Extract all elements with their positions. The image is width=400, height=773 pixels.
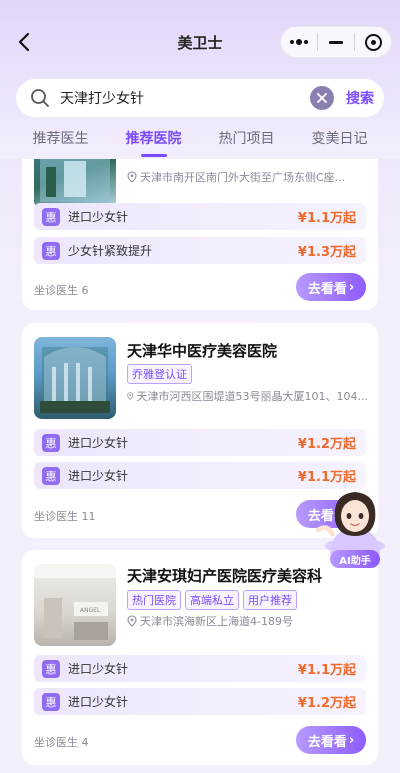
project-price: ¥1.1万起 <box>297 470 356 485</box>
hospital-address: 天津市滨海新区上海道4-189号 <box>127 613 368 629</box>
project-price: ¥1.1万起 <box>297 211 356 226</box>
location-pin-icon <box>127 171 137 183</box>
project-price: ¥1.3万起 <box>297 245 356 260</box>
svg-text:ANGEL: ANGEL <box>80 607 101 614</box>
location-pin-icon <box>127 392 134 400</box>
project-name: 进口少女针 <box>68 210 129 224</box>
view-hospital-button[interactable]: 去看看› <box>296 273 366 301</box>
hospital-list: 天津市南开区南门外大街至广场东侧C座... 惠 进口少女针 ¥1.1万起 惠 少… <box>0 159 400 773</box>
project-name: 进口少女针 <box>68 695 129 709</box>
hospital-card[interactable]: ANGEL 天津安琪妇产医院医疗美容科 热门医院 高端私立 用户推荐 天津市滨海… <box>22 550 378 765</box>
project-name: 进口少女针 <box>68 436 129 450</box>
project-price: ¥1.2万起 <box>297 696 356 711</box>
tab-recommended-doctors[interactable]: 推荐医生 <box>33 126 89 158</box>
hospital-address: 天津市河西区围堤道53号丽晶大厦101、104... <box>127 388 368 404</box>
close-program-button[interactable] <box>355 27 391 57</box>
discount-badge: 惠 <box>42 659 60 678</box>
search-input[interactable]: 天津打少女针 <box>60 88 310 108</box>
search-icon <box>31 89 49 107</box>
minimize-button[interactable] <box>318 27 354 57</box>
project-row[interactable]: 惠 进口少女针 ¥1.1万起 <box>34 655 366 682</box>
hospital-image: ANGEL <box>34 564 116 646</box>
doctor-count: 坐诊医生 11 <box>34 510 96 523</box>
project-row[interactable]: 惠 进口少女针 ¥1.1万起 <box>34 203 366 230</box>
tab-beauty-diary[interactable]: 变美日记 <box>312 126 368 158</box>
discount-badge: 惠 <box>42 433 60 452</box>
search-bar[interactable]: 天津打少女针 搜索 <box>16 79 384 117</box>
ai-assistant-button[interactable]: AI助手 <box>312 484 398 572</box>
ai-assistant-label: AI助手 <box>330 550 380 568</box>
project-price: ¥1.1万起 <box>297 663 356 678</box>
doctor-count: 坐诊医生 6 <box>34 284 89 297</box>
hospital-tags: 热门医院 高端私立 用户推荐 <box>127 590 297 610</box>
chevron-right-icon: › <box>348 279 355 295</box>
tab-bar: 推荐医生 推荐医院 热门项目 变美日记 <box>0 126 400 158</box>
hospital-tag: 热门医院 <box>127 590 181 610</box>
more-button[interactable] <box>281 27 317 57</box>
project-name: 进口少女针 <box>68 469 129 483</box>
target-icon <box>364 33 382 51</box>
more-dots-icon <box>290 39 308 45</box>
project-row[interactable]: 惠 进口少女针 ¥1.2万起 <box>34 688 366 715</box>
tab-hot-projects[interactable]: 热门项目 <box>219 126 275 158</box>
hospital-image <box>34 159 116 209</box>
hospital-tags: 乔雅登认证 <box>127 364 192 384</box>
discount-badge: 惠 <box>42 692 60 711</box>
hospital-tag: 乔雅登认证 <box>127 364 192 384</box>
hospital-tag: 高端私立 <box>185 590 239 610</box>
doctor-count: 坐诊医生 4 <box>34 736 89 749</box>
hospital-name: 天津华中医疗美容医院 <box>127 342 278 360</box>
project-name: 少女针紧致提升 <box>68 244 153 258</box>
mini-program-capsule <box>280 26 392 58</box>
ai-avatar-icon <box>315 492 385 554</box>
hospital-address: 天津市南开区南门外大街至广场东侧C座... <box>127 169 368 185</box>
project-price: ¥1.2万起 <box>297 437 356 452</box>
hospital-card[interactable]: 天津市南开区南门外大街至广场东侧C座... 惠 进口少女针 ¥1.1万起 惠 少… <box>22 159 378 310</box>
chevron-right-icon: › <box>348 732 355 748</box>
nav-bar: 美卫士 <box>0 24 400 60</box>
hospital-image <box>34 337 116 419</box>
project-row[interactable]: 惠 少女针紧致提升 ¥1.3万起 <box>34 237 366 264</box>
minus-icon <box>329 40 343 44</box>
tab-recommended-hospitals[interactable]: 推荐医院 <box>126 126 182 158</box>
location-pin-icon <box>127 615 137 627</box>
hospital-tag: 用户推荐 <box>243 590 297 610</box>
discount-badge: 惠 <box>42 466 60 485</box>
discount-badge: 惠 <box>42 207 60 226</box>
close-icon <box>317 93 327 103</box>
search-button[interactable]: 搜索 <box>346 88 374 108</box>
project-name: 进口少女针 <box>68 662 129 676</box>
project-row[interactable]: 惠 进口少女针 ¥1.2万起 <box>34 429 366 456</box>
discount-badge: 惠 <box>42 241 60 260</box>
hospital-name: 天津安琪妇产医院医疗美容科 <box>127 567 323 585</box>
view-hospital-button[interactable]: 去看看› <box>296 726 366 754</box>
clear-button[interactable] <box>310 86 334 110</box>
